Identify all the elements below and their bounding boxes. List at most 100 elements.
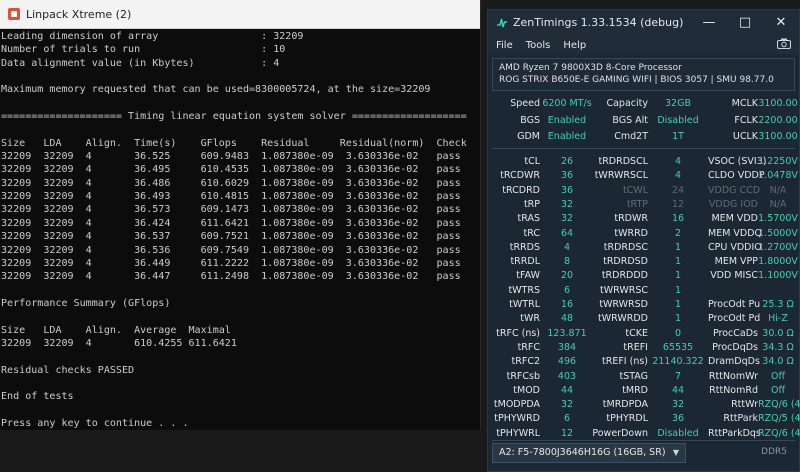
tcl-label: tCL [524,156,540,167]
twrwrsd-value: 1 [674,299,682,310]
tfaw-label: tFAW [516,270,540,282]
rttwr-label: RttWr [731,399,758,411]
console-output: Leading dimension of array : 32209 Number… [0,29,480,430]
twrwrsd-label: tWRWRSD [599,299,648,310]
console-line: Size LDA Align. Time(s) GFlops Residual … [1,137,467,149]
minimize-button[interactable]: — [691,10,727,35]
tmod-label: tMOD [513,384,540,396]
twrwrdd-label: tWRWRDD [598,313,648,325]
cldo-vddp-value: 1.0478V [758,170,798,182]
bgs-value: Enabled [547,114,587,126]
twrwrsc-label: tWRWRSC [600,284,648,296]
timing-row: tPHYWRL 12 PowerDown Disabled RttParkDqs RZQ/… [488,426,800,441]
trrds-label: tRRDS [509,241,540,253]
timing-row: tFAW 20 tRDRDDD 1 VDD MISC 1.1000V [488,268,800,283]
twrwrdd-value: 1 [674,313,682,325]
menu-file[interactable]: File [496,40,513,51]
vddg-ccd-value: N/A [769,184,787,196]
trfc2-label: tRFC2 [511,356,540,368]
timing-row: Speed 6200 MT/s Capacity 32GB MCLK 3100.00 [488,96,800,111]
trdwr-value: 16 [671,213,685,225]
proccads-value: 30.0 Ω [762,327,794,339]
mem-vdd-value: 1.5700V [758,213,798,225]
capacity-label: Capacity [606,98,648,109]
menu-help[interactable]: Help [563,40,586,51]
zentimings-window: ZenTimings 1.33.1534 (debug) — □ ✕ File … [487,9,800,472]
trdrdsc-value: 1 [674,241,682,253]
tstag-label: tSTAG [619,370,648,382]
timing-row: tRCDRD 36 tCWL 24 VDDG CCD N/A [488,183,800,198]
linpack-app-icon [8,8,20,20]
console-line: Maximum memory requested that can be use… [1,84,431,96]
twrrd-value: 2 [674,227,682,239]
procodt-pu-label: ProcOdt Pu [708,299,761,310]
trtp-value: 12 [671,198,685,210]
timing-row: tWR 48 tWRWRDD 1 ProcOdt Pd Hi-Z [488,311,800,326]
mem-vpp-label: MEM VPP [714,256,758,268]
gdm-value: Enabled [547,131,587,142]
trdrdscl-value: 4 [674,156,682,167]
powerdown-label: PowerDown [592,427,648,439]
timing-row: tRCDWR 36 tWRWRSCL 4 CLDO VDDP 1.0478V [488,168,800,183]
linpack-titlebar[interactable]: Linpack Xtreme (2) [0,0,480,29]
twtrl-value: 16 [560,299,574,310]
tphywrl-label: tPHYWRL [496,427,540,439]
console-line: ==================== Timing linear equat… [1,111,467,123]
vdd-misc-value: 1.1000V [758,270,798,282]
cldo-vddp-label: CLDO VDDP [708,170,765,182]
mclk-label: MCLK [731,98,758,109]
timing-row: tRFC 384 tREFI 65535 ProcDqDs 34.3 Ω [488,340,800,355]
console-line: Press any key to continue . . . [1,417,189,429]
trrdl-label: tRRDL [510,256,540,268]
tphywrd-label: tPHYWRD [494,413,540,425]
trdwr-label: tRDWR [614,213,648,225]
menu-tools[interactable]: Tools [526,40,551,51]
console-line: Data alignment value (in Kbytes) : 4 [1,57,280,69]
console-line: 32209 32209 4 36.573 609.1473 1.087380e-… [1,204,461,216]
fclk-value: 2200.00 [758,114,798,126]
close-button[interactable]: ✕ [763,10,799,35]
trfcsb-value: 403 [557,370,577,382]
tcwl-value: 24 [671,184,685,196]
speed-value: 6200 MT/s [542,98,592,109]
linpack-window-title: Linpack Xtreme (2) [26,7,132,21]
menu-bar: File Tools Help [488,35,799,55]
capacity-value: 32GB [665,98,691,109]
tfaw-value: 20 [560,270,574,282]
console-line: 32209 32209 4 36.486 610.6029 1.087380e-… [1,177,461,189]
twrwrscl-value: 4 [674,170,682,182]
rttpark-label: RttPark [723,413,758,425]
rttnomwr-value: Off [770,370,786,382]
dramdqds-value: 34.0 Ω [762,356,794,368]
procodt-pu-value: 25.3 Ω [762,299,794,310]
timing-row: tRRDL 8 tRDRDSD 1 MEM VPP 1.8000V [488,254,800,269]
tcke-label: tCKE [625,327,648,339]
cpu-vddio-label: CPU VDDIO [708,241,762,253]
twrwrsc-value: 1 [674,284,682,296]
trc-label: tRC [523,227,541,239]
console-line: End of tests [1,391,74,403]
dimm-select[interactable]: A2: F5-7800J3646H16G (16GB, SR) ▼ [492,443,686,463]
maximize-button[interactable]: □ [727,10,763,35]
trtp-label: tRTP [626,198,648,210]
fclk-label: FCLK [734,114,758,126]
cmd2t-label: Cmd2T [614,131,648,142]
zentimings-titlebar[interactable]: ZenTimings 1.33.1534 (debug) — □ ✕ [488,10,799,35]
vddg-iod-label: VDDG IOD [708,198,758,210]
twr-label: tWR [520,313,540,325]
trdrddd-label: tRDRDDD [601,270,648,282]
cpu-vddio-value: 1.2700V [758,241,798,253]
separator [492,148,795,149]
rttnomwr-label: RttNomWr [708,370,758,382]
screenshot-camera-icon[interactable] [777,38,791,52]
powerdown-value: Disabled [657,427,699,439]
console-line: 32209 32209 4 36.449 611.2222 1.087380e-… [1,257,461,269]
zentimings-window-title: ZenTimings 1.33.1534 (debug) [513,16,684,29]
mem-vddq-value: 1.5000V [758,227,798,239]
trcdwr-value: 36 [560,170,574,182]
rttwr-value: RZQ/6 (40) [758,399,800,411]
cpu-name: AMD Ryzen 7 9800X3D 8-Core Processor [499,63,682,73]
system-info-panel: AMD Ryzen 7 9800X3D 8-Core Processor ROG… [492,58,795,91]
